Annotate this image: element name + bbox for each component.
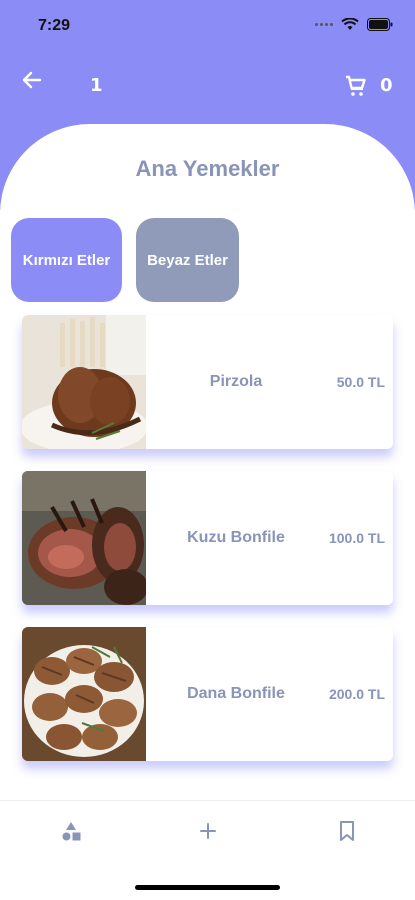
- back-arrow-icon[interactable]: [20, 68, 44, 92]
- shopping-cart-icon[interactable]: [344, 74, 368, 98]
- category-button-white-meat[interactable]: Beyaz Etler: [136, 218, 239, 302]
- menu-item-card[interactable]: Pirzola 50.0 TL: [22, 315, 393, 449]
- page-title: Ana Yemekler: [135, 156, 280, 181]
- item-name: Dana Bonfile: [187, 685, 285, 702]
- item-price: 200.0 TL: [328, 686, 385, 702]
- item-name: Pirzola: [209, 373, 263, 390]
- status-bar: 7:29: [0, 0, 415, 54]
- menu-item-card[interactable]: Kuzu Bonfile 100.0 TL: [22, 471, 393, 605]
- plus-icon[interactable]: [196, 819, 220, 843]
- status-icons: [315, 18, 393, 31]
- item-image-lamb-fillet: [22, 471, 146, 605]
- cart-count: 0: [380, 75, 393, 96]
- app-bar: 1 0: [0, 60, 415, 116]
- battery-icon: [367, 18, 393, 31]
- category-button-red-meat[interactable]: Kırmızı Etler: [11, 218, 122, 302]
- item-image-beef-fillet: [22, 627, 146, 761]
- item-price: 100.0 TL: [328, 530, 385, 546]
- home-indicator: [135, 885, 280, 890]
- item-image-lamb-chops: [22, 315, 146, 449]
- bookmark-icon[interactable]: [335, 819, 359, 843]
- counter-value: 1: [90, 75, 103, 96]
- signal-dots-icon: [315, 23, 333, 26]
- status-time: 7:29: [38, 17, 71, 34]
- item-name: Kuzu Bonfile: [187, 529, 285, 546]
- wifi-icon: [341, 18, 359, 30]
- shapes-icon[interactable]: [59, 819, 83, 843]
- menu-item-card[interactable]: Dana Bonfile 200.0 TL: [22, 627, 393, 761]
- item-price: 50.0 TL: [336, 374, 385, 390]
